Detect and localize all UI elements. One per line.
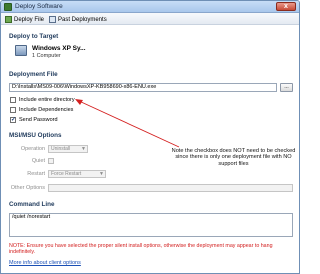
browse-button[interactable]: ... <box>280 83 293 92</box>
include-directory-checkbox[interactable] <box>10 97 16 103</box>
deploy-to-target-heading: Deploy to Target <box>9 33 59 40</box>
other-options-input[interactable] <box>48 184 293 192</box>
history-icon <box>49 16 56 23</box>
operation-select[interactable]: Uninstall ▼ <box>48 145 88 153</box>
toolbar: Deploy File Past Deployments <box>1 13 299 25</box>
computer-group-icon <box>15 45 27 56</box>
include-directory-label: Include entire directory <box>19 97 75 103</box>
restart-select[interactable]: Force Restart ▼ <box>48 170 106 178</box>
send-password-checkbox[interactable] <box>10 116 16 123</box>
operation-label: Operation <box>20 146 45 152</box>
title-bar[interactable]: Deploy Software x <box>1 1 299 13</box>
send-password-row[interactable]: Send Password <box>10 116 58 123</box>
deployment-file-path-input[interactable]: D:\Installs\MS09-006\WindowsXP-KB958690-… <box>9 83 277 92</box>
target-count: 1 Computer <box>32 53 61 59</box>
window-title: Deploy Software <box>15 3 63 10</box>
chevron-down-icon: ▼ <box>99 171 104 177</box>
include-directory-row[interactable]: Include entire directory <box>10 97 75 103</box>
deploy-file-button[interactable]: Deploy File <box>5 15 44 24</box>
command-line-input[interactable]: /quiet /norestart <box>9 213 293 237</box>
deploy-software-window: Deploy Software x Deploy File Past Deplo… <box>0 0 300 274</box>
include-dependencies-row[interactable]: Include Dependencies <box>10 107 73 113</box>
deploy-icon <box>5 16 12 23</box>
command-line-heading: Command Line <box>9 201 55 208</box>
deploy-file-label: Deploy File <box>14 16 45 23</box>
include-dependencies-label: Include Dependencies <box>19 107 74 113</box>
restart-value: Force Restart <box>51 171 82 177</box>
operation-value: Uninstall <box>51 146 71 152</box>
hang-warning-note: NOTE: Ensure you have selected the prope… <box>9 243 273 256</box>
past-deployments-button[interactable]: Past Deployments <box>49 15 107 24</box>
app-icon <box>4 3 12 11</box>
include-dependencies-checkbox[interactable] <box>10 107 16 113</box>
more-info-link[interactable]: More info about client options <box>9 260 81 266</box>
send-password-label: Send Password <box>19 117 58 123</box>
past-deployments-label: Past Deployments <box>58 16 107 23</box>
other-options-label: Other Options <box>10 185 45 191</box>
close-button[interactable]: x <box>276 2 296 11</box>
target-name: Windows XP Sy... <box>32 45 86 52</box>
annotation-callout: Note the checkbox does NOT need to be ch… <box>171 148 296 167</box>
chevron-down-icon: ▼ <box>81 146 86 152</box>
restart-label: Restart <box>27 171 45 177</box>
msi-options-heading: MSI/MSU Options <box>9 132 62 139</box>
deployment-file-heading: Deployment File <box>9 71 58 78</box>
quiet-checkbox[interactable] <box>48 158 54 164</box>
quiet-label: Quiet <box>31 158 45 164</box>
